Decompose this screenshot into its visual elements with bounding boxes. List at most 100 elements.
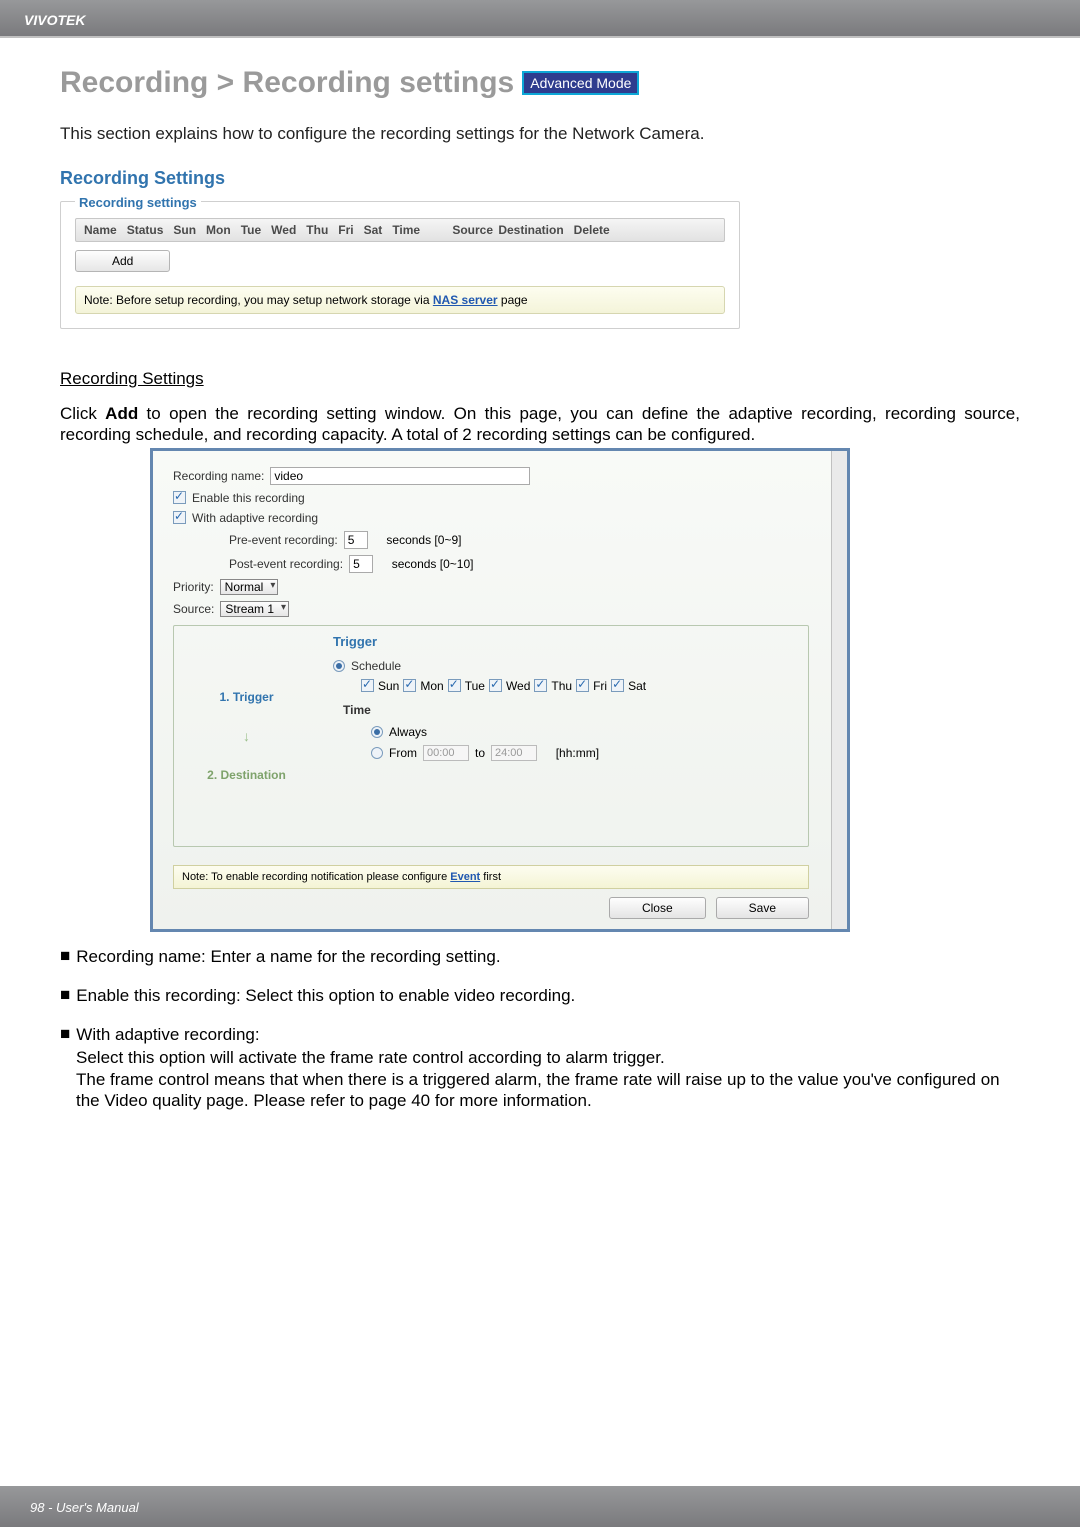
recording-name-row: Recording name:: [173, 467, 827, 485]
panel-legend: Recording settings: [75, 195, 201, 210]
recording-name-input[interactable]: [270, 467, 530, 485]
priority-value: Normal: [225, 580, 264, 594]
adaptive-recording-checkbox[interactable]: [173, 511, 186, 524]
panel-note: Note: Before setup recording, you may se…: [75, 286, 725, 314]
page-title-row: Recording > Recording settings Advanced …: [60, 66, 1020, 100]
post-event-suffix: seconds [0~10]: [392, 557, 474, 571]
bullet-2-text: Enable this recording: Select this optio…: [76, 985, 1020, 1006]
step-destination[interactable]: 2. Destination: [184, 768, 309, 782]
sub-heading: Recording Settings: [60, 369, 1020, 389]
day-tue: Tue: [465, 679, 485, 693]
adaptive-recording-label: With adaptive recording: [192, 511, 318, 525]
bullet-3-head: With adaptive recording:: [76, 1024, 1020, 1045]
bullet-item-2: ■ Enable this recording: Select this opt…: [60, 985, 1020, 1006]
bullet-icon: ■: [60, 946, 70, 967]
bullet-item-1: ■ Recording name: Enter a name for the r…: [60, 946, 1020, 967]
always-row: Always: [371, 725, 794, 739]
adaptive-recording-row: With adaptive recording: [173, 511, 827, 525]
col-thu: Thu: [306, 223, 328, 237]
post-event-input[interactable]: [349, 555, 373, 573]
day-sun-checkbox[interactable]: [361, 679, 374, 692]
recording-settings-panel: Recording settings Name Status Sun Mon T…: [60, 201, 740, 329]
day-thu-checkbox[interactable]: [534, 679, 547, 692]
note-prefix: Note: Before setup recording, you may se…: [84, 293, 433, 307]
source-select[interactable]: Stream 1: [220, 601, 289, 617]
dlg-note-prefix: Note: To enable recording notification p…: [182, 871, 450, 883]
hhmm-label: [hh:mm]: [556, 746, 599, 760]
dialog-note: Note: To enable recording notification p…: [173, 865, 809, 889]
col-mon: Mon: [206, 223, 231, 237]
dlg-note-suffix: first: [480, 871, 501, 883]
col-delete: Delete: [574, 223, 610, 237]
bullet-icon: ■: [60, 985, 70, 1006]
recording-name-label: Recording name:: [173, 469, 264, 483]
col-name: Name: [84, 223, 117, 237]
schedule-option-row: Schedule: [333, 659, 794, 673]
days-row: Sun Mon Tue Wed Thu Fri Sat: [361, 679, 794, 693]
pre-event-label: Pre-event recording:: [229, 533, 338, 547]
bullet-item-3: ■ With adaptive recording:: [60, 1024, 1020, 1045]
source-row: Source: Stream 1: [173, 601, 827, 617]
schedule-radio[interactable]: [333, 660, 345, 672]
trigger-body: Trigger Schedule Sun Mon Tue Wed Thu Fri…: [319, 626, 808, 846]
footer-text: 98 - User's Manual: [30, 1500, 139, 1515]
trigger-title: Trigger: [333, 634, 794, 649]
enable-recording-checkbox[interactable]: [173, 491, 186, 504]
bullet-list: ■ Recording name: Enter a name for the r…: [60, 946, 1020, 1112]
always-radio[interactable]: [371, 726, 383, 738]
add-button[interactable]: Add: [75, 250, 170, 272]
schedule-label: Schedule: [351, 659, 401, 673]
close-button[interactable]: Close: [609, 897, 706, 919]
day-thu: Thu: [551, 679, 572, 693]
col-fri: Fri: [338, 223, 353, 237]
day-tue-checkbox[interactable]: [448, 679, 461, 692]
page-header: VIVOTEK: [0, 0, 1080, 38]
event-link[interactable]: Event: [450, 871, 480, 883]
day-sat-checkbox[interactable]: [611, 679, 624, 692]
priority-select[interactable]: Normal: [220, 579, 279, 595]
page-title: Recording > Recording settings: [60, 66, 514, 100]
day-wed-checkbox[interactable]: [489, 679, 502, 692]
day-fri: Fri: [593, 679, 607, 693]
day-mon-checkbox[interactable]: [403, 679, 416, 692]
main-paragraph: Click Add to open the recording setting …: [60, 403, 1020, 446]
day-fri-checkbox[interactable]: [576, 679, 589, 692]
col-destination: Destination: [498, 223, 563, 237]
source-value: Stream 1: [225, 602, 274, 616]
para-text-2: to open the recording setting window. On…: [60, 404, 1020, 444]
enable-recording-label: Enable this recording: [192, 491, 305, 505]
trigger-box: 1. Trigger ↓ 2. Destination Trigger Sche…: [173, 625, 809, 847]
post-event-label: Post-event recording:: [229, 557, 343, 571]
source-label: Source:: [173, 602, 214, 616]
enable-recording-row: Enable this recording: [173, 491, 827, 505]
save-button[interactable]: Save: [716, 897, 809, 919]
priority-label: Priority:: [173, 580, 214, 594]
from-label: From: [389, 746, 417, 760]
day-mon: Mon: [420, 679, 443, 693]
step-arrow-icon: ↓: [184, 728, 309, 744]
from-time-input[interactable]: [423, 745, 469, 761]
pre-event-row: Pre-event recording: seconds [0~9]: [229, 531, 827, 549]
col-time: Time: [392, 223, 442, 237]
recording-dialog: Recording name: Enable this recording Wi…: [150, 448, 850, 932]
nas-server-link[interactable]: NAS server: [433, 293, 498, 307]
scrollbar[interactable]: [831, 451, 847, 929]
para-text-1: Click: [60, 404, 105, 423]
to-time-input[interactable]: [491, 745, 537, 761]
always-label: Always: [389, 725, 427, 739]
bullet-1-text: Recording name: Enter a name for the rec…: [76, 946, 1020, 967]
intro-text: This section explains how to configure t…: [60, 124, 1020, 144]
brand-label: VIVOTEK: [24, 12, 85, 28]
step-trigger[interactable]: 1. Trigger: [184, 690, 309, 704]
day-sun: Sun: [378, 679, 399, 693]
from-radio[interactable]: [371, 747, 383, 759]
recording-table-header: Name Status Sun Mon Tue Wed Thu Fri Sat …: [75, 218, 725, 242]
mode-badge: Advanced Mode: [522, 71, 639, 95]
col-sat: Sat: [364, 223, 383, 237]
pre-event-input[interactable]: [344, 531, 368, 549]
bullet-icon: ■: [60, 1024, 70, 1045]
note-suffix: page: [498, 293, 528, 307]
post-event-row: Post-event recording: seconds [0~10]: [229, 555, 827, 573]
day-wed: Wed: [506, 679, 530, 693]
col-source: Source: [452, 223, 488, 237]
